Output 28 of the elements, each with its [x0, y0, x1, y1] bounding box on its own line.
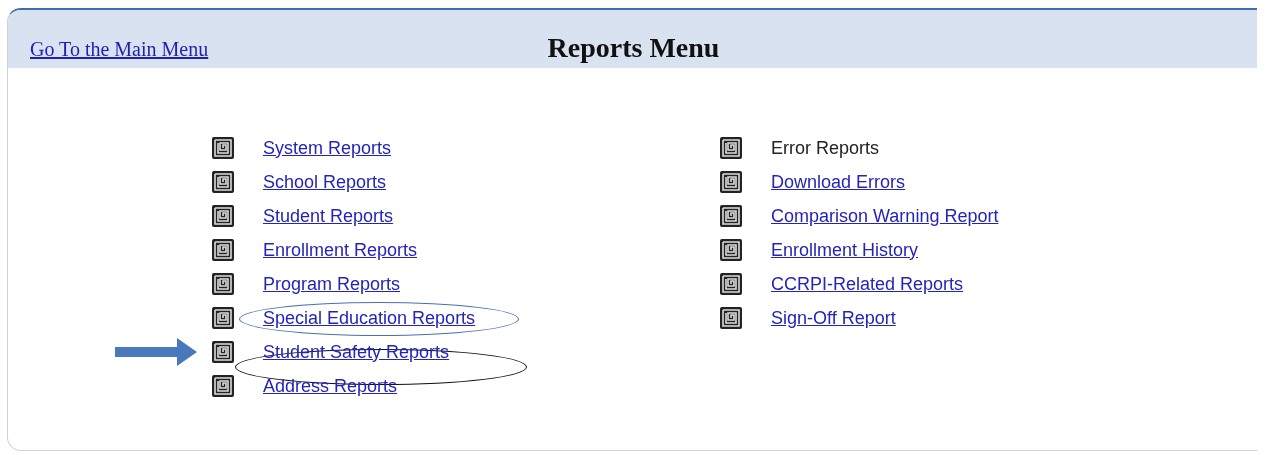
section-label: Error Reports	[771, 137, 880, 159]
report-link[interactable]: School Reports	[263, 171, 387, 193]
report-link[interactable]: CCRPI-Related Reports	[771, 273, 964, 295]
report-link[interactable]: Comparison Warning Report	[771, 205, 999, 227]
report-link[interactable]: Special Education Reports	[263, 307, 476, 329]
spiral-icon	[211, 374, 235, 398]
spiral-icon	[719, 170, 743, 194]
main-menu-link[interactable]: Go To the Main Menu	[30, 38, 209, 61]
spiral-icon	[211, 170, 235, 194]
spiral-icon	[211, 204, 235, 228]
spiral-icon	[719, 238, 743, 262]
spiral-icon	[719, 204, 743, 228]
report-link[interactable]: Sign-Off Report	[771, 307, 896, 329]
spiral-icon	[211, 238, 235, 262]
page-title: Reports Menu	[547, 32, 720, 64]
report-link[interactable]: Program Reports	[263, 273, 401, 295]
report-link[interactable]: System Reports	[263, 137, 392, 159]
spiral-icon	[211, 272, 235, 296]
report-link[interactable]: Enrollment Reports	[263, 239, 418, 261]
spiral-icon	[211, 340, 235, 364]
spiral-icon	[211, 306, 235, 330]
report-link[interactable]: Download Errors	[771, 171, 906, 193]
spiral-icon	[719, 136, 743, 160]
spiral-icon	[719, 272, 743, 296]
report-link[interactable]: Enrollment History	[771, 239, 919, 261]
spiral-icon	[211, 136, 235, 160]
report-link[interactable]: Student Reports	[263, 205, 394, 227]
spiral-icon	[719, 306, 743, 330]
